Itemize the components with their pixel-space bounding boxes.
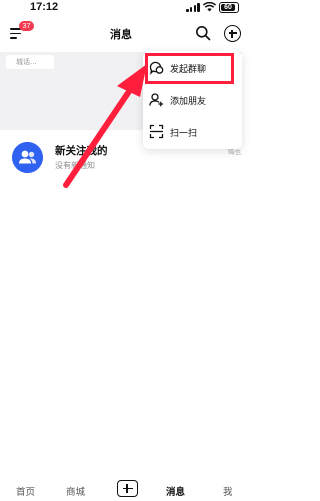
menu-item-label: 扫一扫 (170, 129, 198, 139)
tab-mall[interactable]: 商城 (66, 484, 85, 498)
menu-item-scan[interactable]: 扫一扫 (143, 117, 242, 147)
menu-item-label: 添加朋友 (170, 97, 207, 107)
tab-me[interactable]: 我 (223, 484, 233, 498)
add-icon[interactable] (224, 25, 241, 42)
status-bar: 17:12 60 (0, 0, 242, 16)
list-item-title: 新关注我的 (55, 145, 108, 157)
battery-level: 60 (221, 4, 235, 11)
highlight-box (145, 53, 234, 84)
battery-icon: 60 (219, 2, 239, 13)
status-time: 17:12 (30, 1, 59, 13)
list-item-subtitle: 没有新通知 (55, 161, 95, 170)
wifi-icon (203, 2, 216, 12)
tab-bar: 首页 商城 消息 我 (0, 476, 242, 501)
header: 37 消息 (0, 18, 242, 50)
add-friend-icon (149, 93, 163, 107)
menu-item-add-friend[interactable]: 添加朋友 (143, 85, 242, 115)
signal-icon (186, 3, 200, 12)
search-icon[interactable] (195, 25, 211, 41)
recent-chip[interactable]: 城话... (6, 55, 54, 69)
scan-icon (149, 124, 164, 139)
create-icon[interactable] (117, 480, 138, 497)
tab-messages[interactable]: 消息 (166, 484, 185, 498)
new-followers-avatar (12, 142, 43, 173)
tab-home[interactable]: 首页 (16, 484, 35, 498)
